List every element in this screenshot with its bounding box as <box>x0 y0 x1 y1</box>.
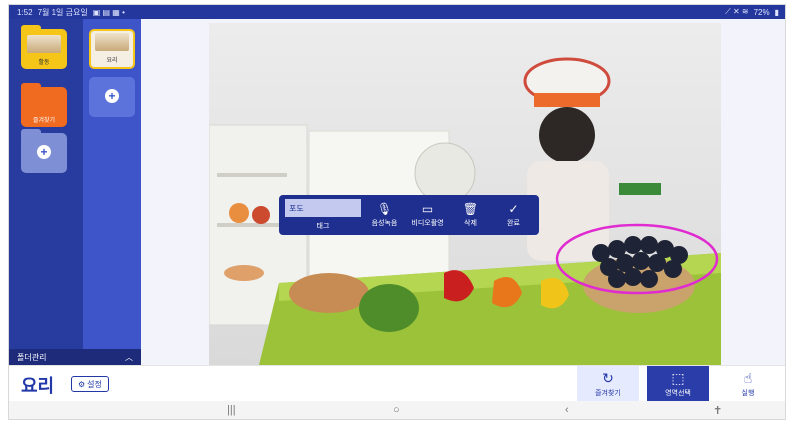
plus-icon: + <box>37 144 51 159</box>
folder-cooking[interactable]: 요리 <box>89 29 135 69</box>
status-bar: 1:52 7월 1일 금요일 ▣ ▤ ▦ • ⟋ ✕ ≋ 72% ▮ <box>9 5 785 19</box>
done-button[interactable]: ✓ 완료 <box>494 203 533 228</box>
child-head <box>539 107 595 163</box>
android-nav-bar: ||| ○ ‹ ✝ <box>9 401 785 419</box>
area-select-button[interactable]: ⬚ 영역선택 <box>647 366 709 402</box>
app-frame: 1:52 7월 1일 금요일 ▣ ▤ ▦ • ⟋ ✕ ≋ 72% ▮ 활동 즐겨… <box>8 4 786 420</box>
subfolder-sidebar: 요리 + <box>83 19 141 349</box>
tag-label: 태그 <box>316 223 330 230</box>
folder-thumbnail <box>95 33 129 51</box>
toy-scale <box>619 183 661 195</box>
voice-record-button[interactable]: 🎙 음성녹음 <box>365 203 404 228</box>
folder-activity[interactable]: 활동 <box>21 25 67 69</box>
delete-button[interactable]: 🗑 삭제 <box>451 203 490 228</box>
basket-left <box>289 273 369 313</box>
add-subfolder-button[interactable]: + <box>89 77 135 117</box>
folder-label: 요리 <box>106 58 118 64</box>
folder-manage-bar[interactable]: 폴더관리 ︿ <box>9 349 141 365</box>
folder-sidebar: 활동 즐겨찾기 + <box>9 19 83 349</box>
plus-icon: + <box>105 88 119 103</box>
cooking-photo[interactable] <box>209 23 721 365</box>
signal-icons: ⟋ ✕ ≋ <box>725 7 749 16</box>
battery-level: 72% <box>753 7 770 17</box>
folder-thumbnail <box>27 35 61 53</box>
selection-icon: ⬚ <box>671 369 685 386</box>
folder-favorites[interactable]: 즐겨찾기 <box>21 83 67 127</box>
photo-illustration <box>209 57 721 365</box>
page-title: 요리 <box>21 376 55 396</box>
home-icon[interactable]: ○ <box>393 404 400 416</box>
notification-icons: ▣ ▤ ▦ • <box>92 7 125 17</box>
folder-manage-label: 폴더관리 <box>17 352 47 362</box>
fruit <box>252 206 270 224</box>
video-record-button[interactable]: ▭ 비디오촬영 <box>408 203 447 228</box>
accessibility-icon[interactable]: ✝ <box>713 404 722 417</box>
favorite-button[interactable]: ↻ 즐겨찾기 <box>577 366 639 402</box>
settings-button[interactable]: ⚙ 설정 <box>71 376 109 392</box>
back-icon[interactable]: ‹ <box>565 404 569 416</box>
cabbage <box>359 284 419 332</box>
eggs <box>224 265 264 281</box>
status-date: 7월 1일 금요일 <box>37 7 88 17</box>
trash-icon: 🗑 <box>462 201 479 216</box>
video-camera-icon: ▭ <box>421 201 434 216</box>
status-time: 1:52 <box>17 7 33 17</box>
check-circle-icon: ✓ <box>508 201 519 216</box>
tag-input[interactable] <box>285 199 361 217</box>
folder-label: 즐겨찾기 <box>32 118 56 124</box>
hand-pointer-icon: ☝ <box>743 369 753 386</box>
refresh-icon: ↻ <box>602 369 614 386</box>
fruit <box>229 203 249 223</box>
bottom-bar: 요리 ⚙ 설정 ↻ 즐겨찾기 ⬚ 영역선택 ☝ 실행 <box>9 365 785 402</box>
run-button[interactable]: ☝ 실행 <box>717 366 779 402</box>
tag-section: 태그 <box>285 199 361 231</box>
chevron-up-icon: ︿ <box>125 352 133 362</box>
recent-apps-icon[interactable]: ||| <box>227 404 236 416</box>
folder-label: 활동 <box>38 60 50 66</box>
microphone-icon: 🎙 <box>376 201 393 216</box>
battery-icon: ▮ <box>774 7 779 17</box>
add-folder-button[interactable]: + <box>21 129 67 173</box>
gear-icon: ⚙ <box>78 379 86 389</box>
tag-toolbar: 태그 🎙 음성녹음 ▭ 비디오촬영 🗑 삭제 ✓ 완료 <box>279 195 539 235</box>
